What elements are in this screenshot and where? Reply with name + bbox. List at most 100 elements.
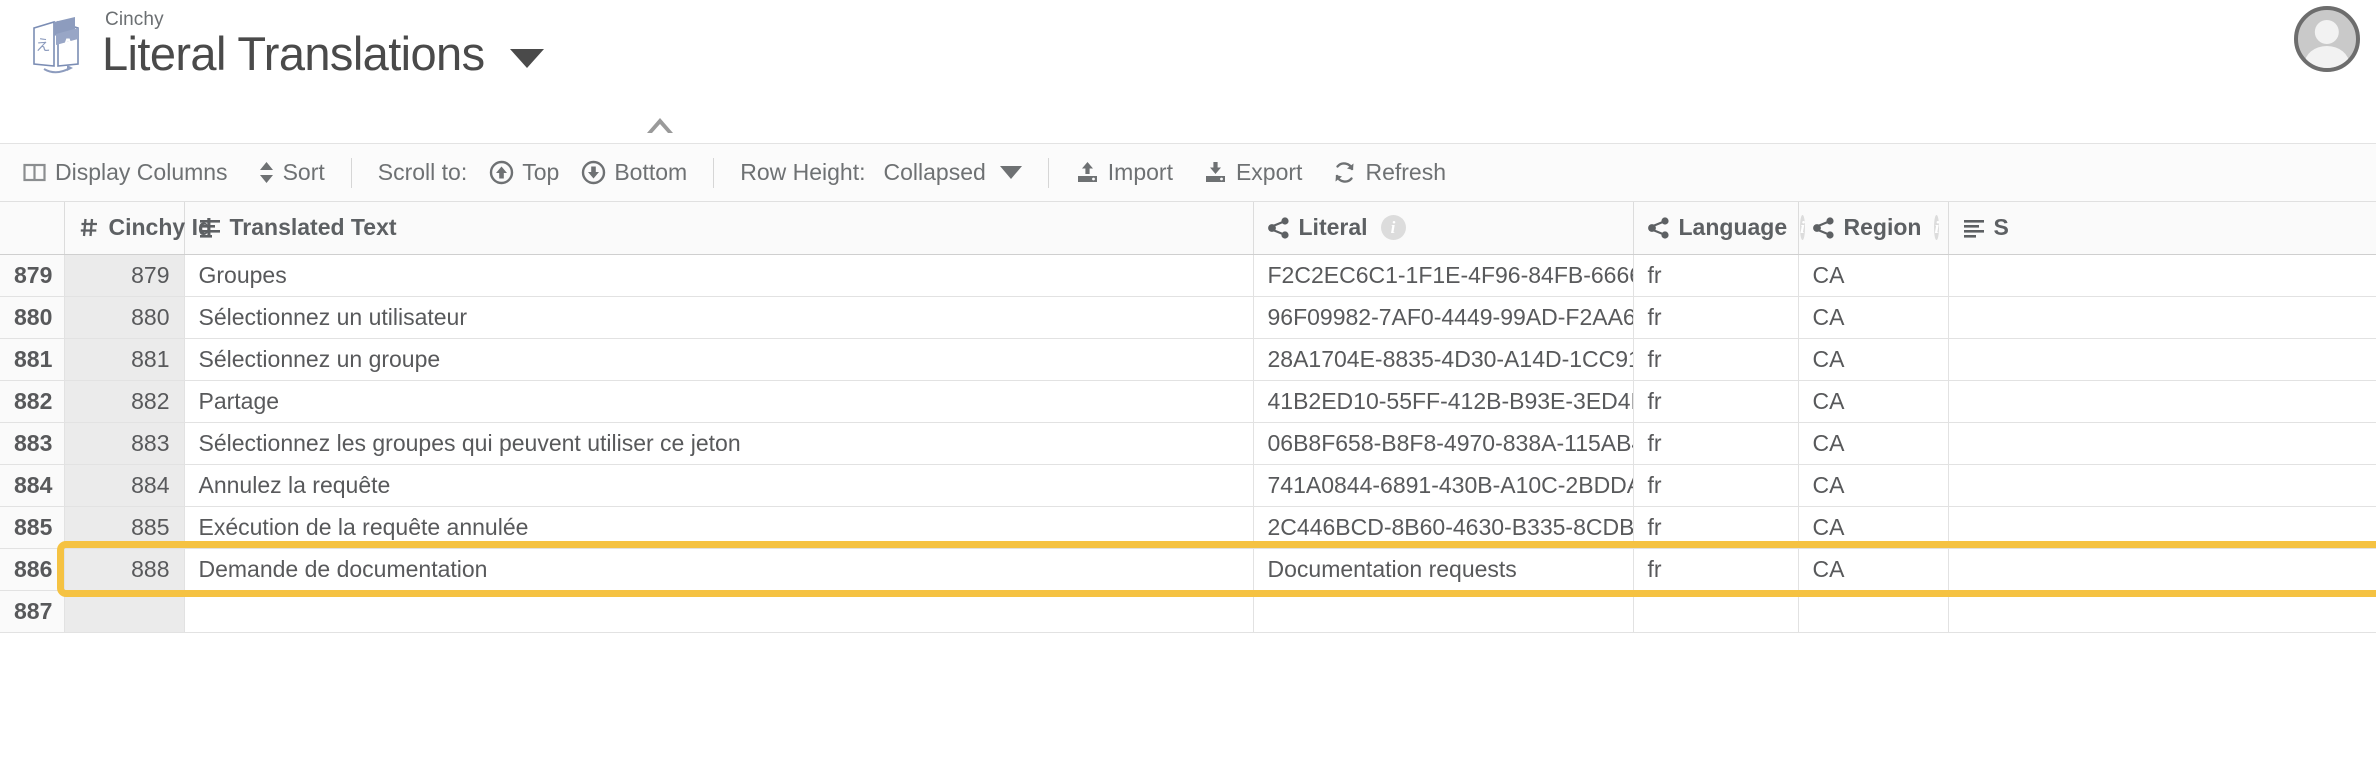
cell-region[interactable]: CA <box>1798 338 1949 381</box>
cell-cinchy-id: 882 <box>64 380 185 423</box>
table-row[interactable]: 879 879 Groupes F2C2EC6C1-1F1E-4F96-84FB-66… <box>0 254 2376 297</box>
cell-literal[interactable]: 741A0844-6891-430B-A10C-2BDDAFDDDEDD <box>1253 464 1634 507</box>
caret-down-icon[interactable] <box>999 166 1022 179</box>
table-row[interactable]: 884 884 Annulez la requête 741A0844-6891-43… <box>0 464 2376 507</box>
sort-button[interactable]: Sort <box>258 155 325 190</box>
cell-region[interactable]: CA <box>1798 548 1949 591</box>
cell-language[interactable]: fr <box>1633 548 1799 591</box>
cell-literal[interactable]: 2C446BCD-8B60-4630-B335-8CDB8011AC05 <box>1253 506 1634 549</box>
column-header-literal[interactable]: Literal i <box>1253 202 1634 255</box>
scroll-to-text: Scroll to: <box>377 159 468 185</box>
column-header-label: Translated Text <box>229 214 397 241</box>
cell-region[interactable]: CA <box>1798 506 1949 549</box>
cell-partial <box>1948 464 2376 507</box>
table-row[interactable]: 881 881 Sélectionnez un groupe 28A1704E-883… <box>0 338 2376 381</box>
display-columns-label: Display Columns <box>55 159 228 185</box>
table-row[interactable]: 880 880 Sélectionnez un utilisateur 96F0998… <box>0 296 2376 339</box>
user-avatar-icon[interactable] <box>2294 6 2360 72</box>
refresh-button[interactable]: Refresh <box>1332 155 1446 190</box>
export-button[interactable]: Export <box>1203 155 1302 190</box>
cell-region[interactable]: CA <box>1798 422 1949 465</box>
cell-cinchy-id: 879 <box>64 254 185 297</box>
toolbar-divider <box>350 157 352 188</box>
page-title: Literal Translations <box>102 26 485 80</box>
cell-region[interactable]: CA <box>1798 296 1949 339</box>
data-grid[interactable]: Cinchy Id Translated Text Literal i Lang… <box>0 202 2376 714</box>
cell-row-number: 881 <box>0 338 65 381</box>
scroll-top-button[interactable]: Top <box>489 155 559 190</box>
info-icon[interactable]: i <box>1800 215 1805 241</box>
cell-literal[interactable]: F2C2EC6C1-1F1E-4F96-84FB-6666FC61EB6E <box>1253 254 1634 297</box>
grid-header-row: Cinchy Id Translated Text Literal i Lang… <box>0 202 2376 255</box>
scroll-bottom-button[interactable]: Bottom <box>581 155 687 190</box>
text-lines-icon <box>199 218 221 238</box>
column-header-cinchy-id[interactable]: Cinchy Id <box>64 202 212 255</box>
chevron-up-icon[interactable] <box>645 116 675 135</box>
row-height-value[interactable]: Collapsed <box>883 159 985 186</box>
cell-region[interactable]: CA <box>1798 254 1949 297</box>
circle-arrow-up-icon <box>489 160 514 185</box>
cell-region[interactable]: CA <box>1798 464 1949 507</box>
cell-literal[interactable]: Documentation requests <box>1253 548 1634 591</box>
column-header-label: Literal <box>1298 214 1368 241</box>
grid-toolbar: Display Columns Sort Scroll to: Top Bott… <box>0 144 2376 202</box>
table-row[interactable]: 887 <box>0 590 2376 633</box>
column-header-label: Region <box>1843 214 1922 241</box>
cell-cinchy-id: 885 <box>64 506 185 549</box>
column-header-language[interactable]: Language i <box>1633 202 1805 255</box>
column-header-translated-text[interactable]: Translated Text <box>184 202 1254 255</box>
cell-translated-text: Sélectionnez un groupe <box>184 338 1254 381</box>
cell-language[interactable]: fr <box>1633 464 1799 507</box>
sort-updown-icon <box>258 160 275 185</box>
svg-text:A: A <box>61 36 75 57</box>
info-icon[interactable]: i <box>1934 215 1940 241</box>
table-row[interactable]: 883 883 Sélectionnez les groupes qui peuve… <box>0 422 2376 465</box>
title-row: Literal Translations <box>102 26 545 81</box>
avatar-head <box>2314 19 2340 45</box>
cell-language[interactable]: fr <box>1633 422 1799 465</box>
cell-row-number: 885 <box>0 506 65 549</box>
cell-translated-text: Exécution de la requête annulée <box>184 506 1254 549</box>
brand: え A Cinchy Literal Translations <box>26 8 545 81</box>
cell-literal[interactable] <box>1253 590 1634 633</box>
table-row[interactable]: 885 885 Exécution de la requête annulée 2C4… <box>0 506 2376 549</box>
text-lines-icon <box>1963 218 1985 238</box>
cell-language[interactable]: fr <box>1633 338 1799 381</box>
cell-literal[interactable]: 41B2ED10-55FF-412B-B93E-3ED4F4232016 <box>1253 380 1634 423</box>
cell-region[interactable] <box>1798 590 1949 633</box>
svg-text:え: え <box>35 36 50 54</box>
table-row[interactable]: 886 888 Demande de documentation Documentat… <box>0 548 2376 591</box>
circle-arrow-down-icon <box>581 160 606 185</box>
columns-icon <box>22 160 47 185</box>
translate-book-icon: え A <box>26 14 88 76</box>
import-button[interactable]: Import <box>1075 155 1173 190</box>
download-icon <box>1203 160 1228 185</box>
export-label: Export <box>1235 159 1303 185</box>
cell-literal[interactable]: 06B8F658-B8F8-4970-838A-115AB41719F8 <box>1253 422 1634 465</box>
cell-language[interactable]: fr <box>1633 296 1799 339</box>
cell-language[interactable] <box>1633 590 1799 633</box>
cell-language[interactable]: fr <box>1633 506 1799 549</box>
cell-language[interactable]: fr <box>1633 254 1799 297</box>
cell-partial <box>1948 338 2376 381</box>
cell-partial <box>1948 422 2376 465</box>
cell-literal[interactable]: 28A1704E-8835-4D30-A14D-1CC91DF47168 <box>1253 338 1634 381</box>
row-height-text: Row Height: <box>740 159 866 185</box>
cell-row-number: 880 <box>0 296 65 339</box>
toolbar-divider <box>713 157 715 188</box>
cell-cinchy-id: 883 <box>64 422 185 465</box>
cell-cinchy-id: 880 <box>64 296 185 339</box>
table-row[interactable]: 882 882 Partage 41B2ED10-55FF-412B-B93E-3ED… <box>0 380 2376 423</box>
display-columns-button[interactable]: Display Columns <box>22 155 228 190</box>
cell-row-number: 883 <box>0 422 65 465</box>
column-header-region[interactable]: Region i <box>1798 202 1949 255</box>
caret-down-icon[interactable] <box>510 48 545 68</box>
column-header-partial[interactable]: S <box>1948 202 2376 255</box>
sort-label: Sort <box>282 159 325 185</box>
cell-region[interactable]: CA <box>1798 380 1949 423</box>
toolbar-divider <box>1047 157 1049 188</box>
cell-literal[interactable]: 96F09982-7AF0-4449-99AD-F2AA67B471B4 <box>1253 296 1634 339</box>
cell-language[interactable]: fr <box>1633 380 1799 423</box>
grid-table: Cinchy Id Translated Text Literal i Lang… <box>0 202 2376 633</box>
info-icon[interactable]: i <box>1380 215 1406 241</box>
